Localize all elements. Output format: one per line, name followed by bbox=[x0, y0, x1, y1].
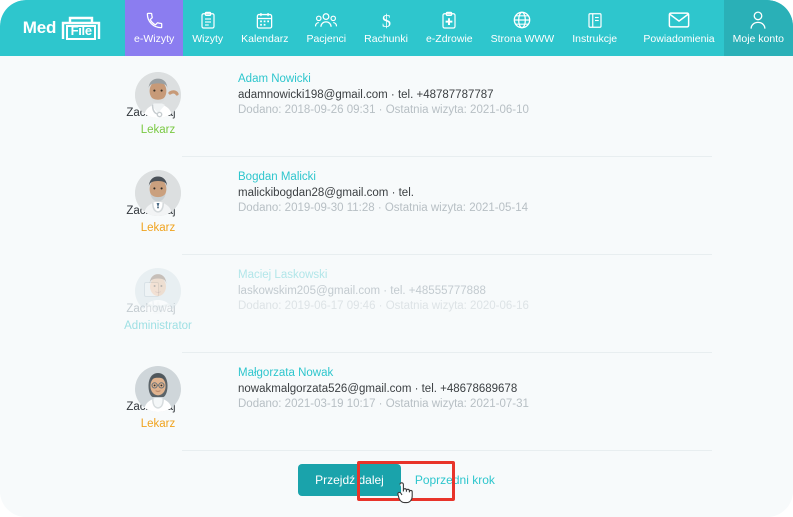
user-name-link[interactable]: Bogdan Malicki bbox=[238, 170, 673, 186]
nav-label: Wizyty bbox=[192, 33, 224, 46]
row-info-cell: Maciej Laskowski laskowskim205@gmail.com… bbox=[238, 268, 793, 314]
avatar bbox=[135, 268, 181, 314]
phone-icon bbox=[145, 9, 164, 31]
row-info-cell: Bogdan Malicki malickibogdan28@gmail.com… bbox=[238, 170, 793, 216]
globe-icon bbox=[512, 9, 532, 31]
table-row: Zachowaj bbox=[0, 254, 793, 352]
previous-step-link[interactable]: Poprzedni krok bbox=[415, 473, 495, 487]
brand-logo[interactable]: Med File bbox=[0, 0, 125, 56]
role-label: Lekarz bbox=[140, 124, 176, 136]
app-root: Med File e-Wizyty Wizyty Kalendarz Pacje… bbox=[0, 0, 793, 517]
nav-label: Strona WWW bbox=[490, 33, 555, 46]
avatar bbox=[135, 366, 181, 412]
nav-label: Pacjenci bbox=[306, 33, 347, 46]
clipboard-icon bbox=[199, 9, 217, 31]
application-window: Med File e-Wizyty Wizyty Kalendarz Pacje… bbox=[0, 0, 793, 517]
nav-label: Powiadomienia bbox=[643, 33, 715, 46]
calendar-icon bbox=[255, 9, 274, 31]
content-area: Zachowaj bbox=[0, 56, 793, 517]
role-label: Lekarz bbox=[140, 418, 176, 430]
dollar-icon: $ bbox=[379, 9, 394, 31]
svg-text:$: $ bbox=[381, 11, 390, 31]
user-contact: malickibogdan28@gmail.com · tel. bbox=[238, 186, 414, 199]
nav-label: e-Wizyty bbox=[134, 33, 175, 46]
role-label: Administrator bbox=[124, 320, 192, 332]
user-name-link[interactable]: Małgorzata Nowak bbox=[238, 366, 673, 382]
nav-item-wizyty[interactable]: Wizyty bbox=[183, 0, 232, 56]
user-name-link[interactable]: Maciej Laskowski bbox=[238, 268, 673, 284]
nav-label: Rachunki bbox=[364, 33, 408, 46]
nav-label: Instrukcje bbox=[572, 33, 618, 46]
wizard-footer: Przejdź dalej Poprzedni krok bbox=[0, 450, 793, 517]
envelope-icon bbox=[668, 9, 690, 31]
row-avatar-cell: Lekarz bbox=[107, 72, 209, 136]
nav-label: e-Zdrowie bbox=[425, 33, 473, 46]
secondary-nav-group: Powiadomienia Moje konto bbox=[634, 0, 793, 56]
book-icon bbox=[586, 9, 604, 31]
avatar bbox=[135, 72, 181, 118]
people-icon bbox=[315, 9, 338, 31]
nav-item-powiadomienia[interactable]: Powiadomienia bbox=[634, 0, 723, 56]
nav-item-pacjenci[interactable]: Pacjenci bbox=[297, 0, 355, 56]
nav-label: Moje konto bbox=[732, 33, 784, 46]
user-list: Zachowaj bbox=[0, 56, 793, 450]
table-row: Zachowaj bbox=[0, 156, 793, 254]
row-info-cell: Adam Nowicki adamnowicki198@gmail.com · … bbox=[238, 72, 793, 118]
medical-clipboard-icon bbox=[440, 9, 458, 31]
user-meta: Dodano: 2018-09-26 09:31 · Ostatnia wizy… bbox=[238, 103, 529, 116]
logo-text-med: Med bbox=[22, 18, 57, 37]
avatar bbox=[135, 170, 181, 216]
user-meta: Dodano: 2019-09-30 11:28 · Ostatnia wizy… bbox=[238, 201, 529, 214]
row-info-cell: Małgorzata Nowak nowakmalgorzata526@gmai… bbox=[238, 366, 793, 412]
logo-file-badge: File bbox=[60, 15, 102, 41]
nav-label: Kalendarz bbox=[241, 33, 289, 46]
row-avatar-cell: Lekarz bbox=[107, 170, 209, 234]
nav-item-strona-www[interactable]: Strona WWW bbox=[482, 0, 564, 56]
nav-item-instrukcje[interactable]: Instrukcje bbox=[563, 0, 626, 56]
role-label: Lekarz bbox=[140, 222, 176, 234]
nav-item-e-wizyty[interactable]: e-Wizyty bbox=[125, 0, 184, 56]
user-icon bbox=[749, 9, 767, 31]
user-contact: laskowskim205@gmail.com · tel. +48555777… bbox=[238, 284, 486, 297]
row-avatar-cell: Administrator bbox=[107, 268, 209, 332]
top-navigation-bar: Med File e-Wizyty Wizyty Kalendarz Pacje… bbox=[0, 0, 793, 56]
user-name-link[interactable]: Adam Nowicki bbox=[238, 72, 673, 88]
logo-text-file: File bbox=[70, 23, 93, 38]
user-meta: Dodano: 2019-06-17 09:46 · Ostatnia wizy… bbox=[238, 299, 529, 312]
table-row: Zachowaj bbox=[0, 58, 793, 156]
nav-item-moje-konto[interactable]: Moje konto bbox=[723, 0, 793, 56]
nav-item-rachunki[interactable]: $ Rachunki bbox=[355, 0, 417, 56]
nav-item-kalendarz[interactable]: Kalendarz bbox=[232, 0, 297, 56]
row-avatar-cell: Lekarz bbox=[107, 366, 209, 430]
user-contact: adamnowicki198@gmail.com · tel. +4878778… bbox=[238, 88, 494, 101]
table-row: Zachowaj bbox=[0, 352, 793, 450]
nav-item-e-zdrowie[interactable]: e-Zdrowie bbox=[417, 0, 482, 56]
user-contact: nowakmalgorzata526@gmail.com · tel. +486… bbox=[238, 382, 518, 395]
continue-button[interactable]: Przejdź dalej bbox=[298, 464, 401, 496]
user-meta: Dodano: 2021-03-19 10:17 · Ostatnia wizy… bbox=[238, 397, 529, 410]
primary-nav-group: e-Wizyty Wizyty Kalendarz Pacjenci $ Rac… bbox=[125, 0, 626, 56]
